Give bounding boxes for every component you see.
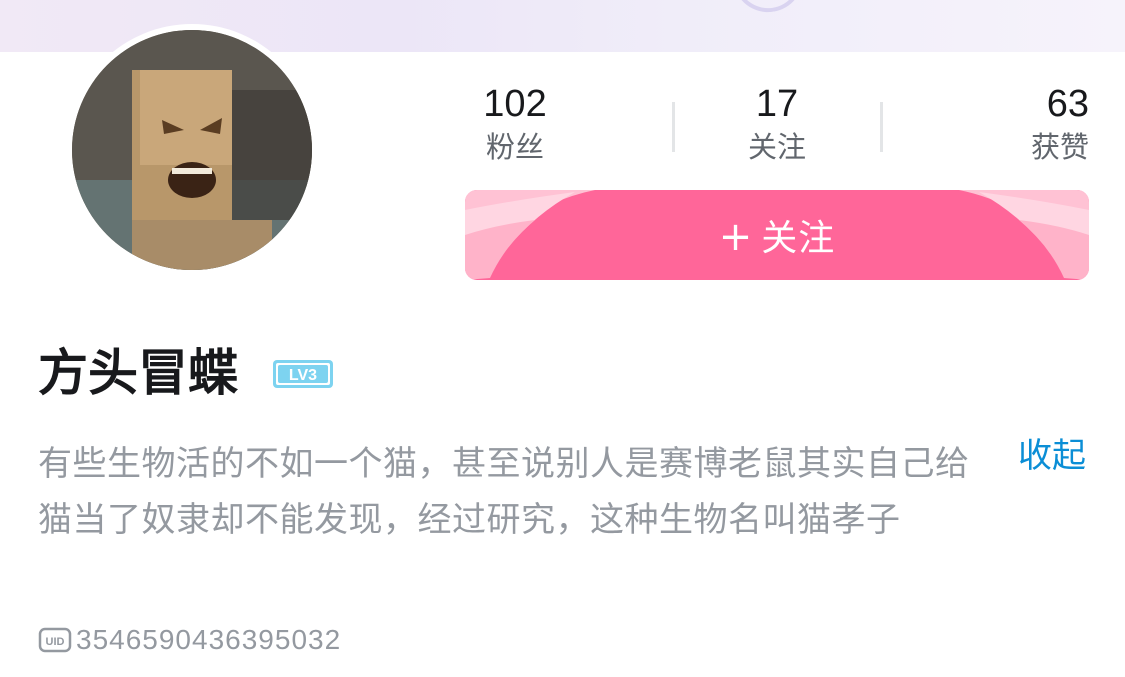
level-text: LV3 — [289, 367, 317, 384]
stat-following[interactable]: 17 关注 — [727, 82, 827, 166]
avatar[interactable] — [66, 24, 318, 276]
svg-text:UID: UID — [46, 636, 65, 648]
fans-count: 102 — [483, 83, 547, 125]
uid-value: 3546590436395032 — [76, 624, 342, 655]
likes-label: 获赞 — [1030, 130, 1089, 164]
follow-label: + 关注 — [719, 209, 836, 261]
plus-icon: + — [718, 214, 754, 260]
wing-left-icon — [465, 190, 595, 280]
avatar-image — [72, 30, 312, 270]
stat-fans[interactable]: 102 粉丝 — [465, 82, 565, 166]
level-badge-icon: LV3 — [273, 360, 333, 388]
follow-button[interactable]: + 关注 — [465, 190, 1089, 280]
uid-icon: UID — [38, 627, 72, 653]
following-label: 关注 — [747, 130, 806, 164]
stat-likes[interactable]: 63 获赞 — [995, 82, 1089, 166]
collapse-button[interactable]: 收起 — [1018, 434, 1086, 478]
stats-divider — [672, 102, 675, 152]
banner-decoration — [732, 0, 808, 17]
likes-count: 63 — [1046, 83, 1089, 125]
username: 方头冒蝶 — [38, 344, 238, 402]
uid-row[interactable]: UID 3546590436395032 — [38, 623, 341, 657]
stats-bar: 102 粉丝 17 关注 63 获赞 — [465, 82, 1089, 172]
bio-text: 有些生物活的不如一个猫，甚至说别人是赛博老鼠其实自己给猫当了奴隶却不能发现，经过… — [38, 444, 970, 540]
stats-divider — [880, 102, 883, 152]
fans-label: 粉丝 — [485, 130, 544, 164]
follow-text: 关注 — [761, 218, 836, 259]
following-count: 17 — [755, 83, 799, 125]
wing-right-icon — [959, 190, 1089, 280]
